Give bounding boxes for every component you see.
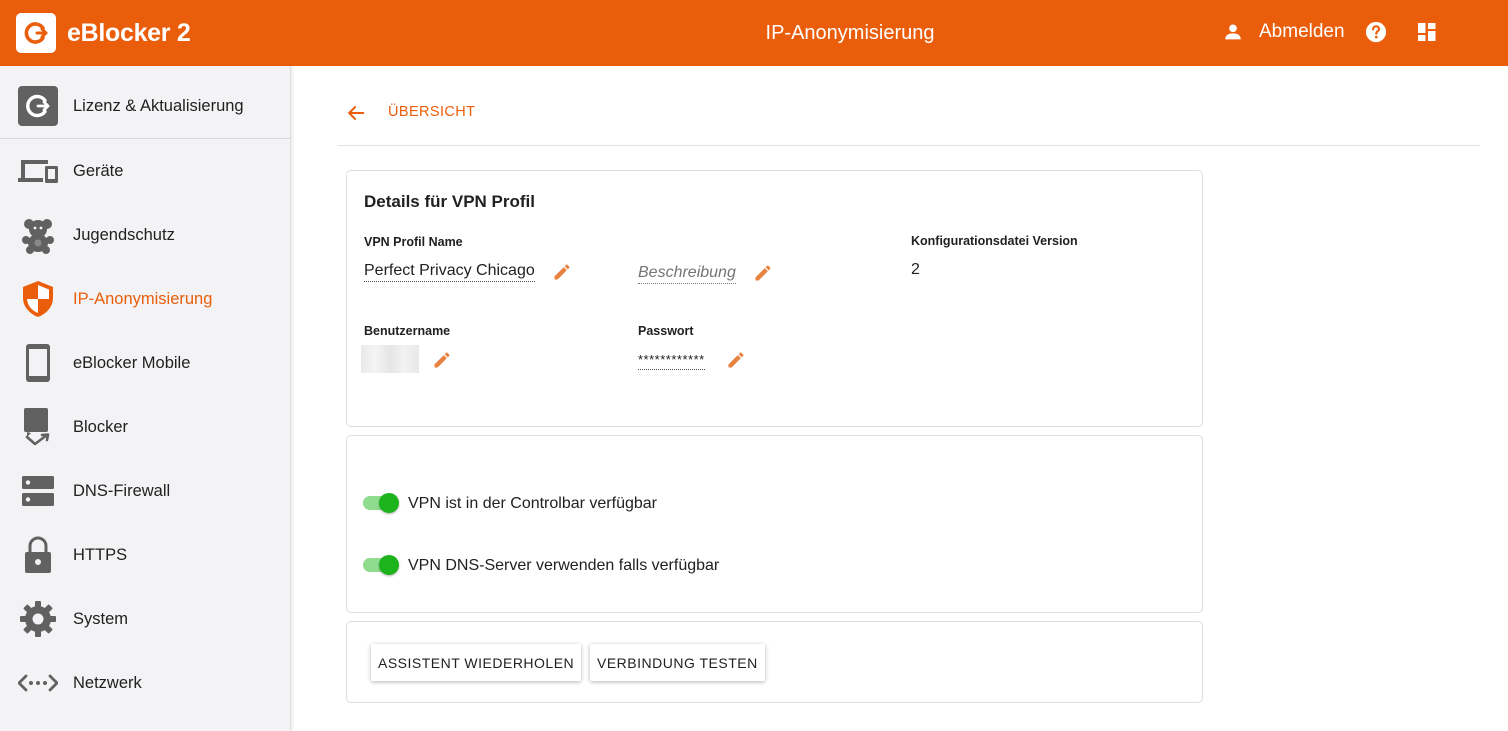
teddy-bear-icon (22, 219, 54, 254)
description-field[interactable]: Beschreibung (638, 264, 736, 284)
blocker-icon (24, 408, 50, 446)
sidebar-item-label: Jugendschutz (73, 226, 175, 244)
profile-name-value[interactable]: Perfect Privacy Chicago (364, 262, 535, 282)
sidebar-item-dns-firewall[interactable]: DNS-Firewall (0, 459, 290, 523)
username-value-redacted[interactable] (361, 345, 419, 373)
vpn-actions-card: ASSISTENT WIEDERHOLEN VERBINDUNG TESTEN (346, 621, 1203, 703)
help-icon[interactable] (1365, 21, 1387, 43)
user-icon (1225, 24, 1241, 40)
sidebar-item-label: eBlocker Mobile (73, 354, 191, 372)
toggle-knob (379, 555, 399, 575)
password-value[interactable]: ************ (638, 352, 705, 370)
sidebar-item-ip-anonymization[interactable]: IP-Anonymisierung (0, 267, 290, 331)
sidebar-item-label: IP-Anonymisierung (73, 290, 213, 308)
vpn-dns-toggle[interactable] (363, 554, 399, 576)
shield-icon (23, 281, 53, 317)
test-connection-button[interactable]: VERBINDUNG TESTEN (590, 644, 765, 681)
vpn-dns-toggle-label: VPN DNS-Server verwenden falls verfügbar (408, 557, 720, 574)
gear-icon (20, 601, 56, 637)
profile-name-label: VPN Profil Name (364, 235, 463, 249)
config-version-value: 2 (911, 261, 920, 278)
sidebar-item-eblocker-mobile[interactable]: eBlocker Mobile (0, 331, 290, 395)
server-icon (22, 476, 54, 506)
back-to-overview-link[interactable]: ÜBERSICHT (388, 104, 475, 120)
sidebar-item-blocker[interactable]: Blocker (0, 395, 290, 459)
dashboard-grid-icon[interactable] (1417, 22, 1437, 42)
sidebar-item-label: DNS-Firewall (73, 482, 171, 500)
repeat-wizard-button[interactable]: ASSISTENT WIEDERHOLEN (371, 644, 582, 681)
password-label: Passwort (638, 324, 694, 338)
edit-name-pencil-icon[interactable] (552, 262, 572, 282)
lock-icon (25, 536, 51, 573)
sidebar-item-network[interactable]: Netzwerk (0, 651, 290, 715)
sidebar-item-label: Blocker (73, 418, 129, 436)
edit-description-pencil-icon[interactable] (753, 263, 773, 283)
sidebar-item-label: Lizenz & Aktualisierung (73, 97, 244, 115)
logout-button[interactable]: Abmelden (1259, 21, 1345, 43)
sidebar-item-https[interactable]: HTTPS (0, 523, 290, 587)
vpn-profile-details-card: Details für VPN Profil VPN Profil Name P… (346, 170, 1203, 427)
sidebar-item-parental-control[interactable]: Jugendschutz (0, 203, 290, 267)
card-title: Details für VPN Profil (364, 192, 535, 211)
sidebar: Lizenz & Aktualisierung Geräte Jugendsch… (0, 66, 291, 731)
phone-icon (26, 344, 50, 382)
sidebar-item-devices[interactable]: Geräte (0, 139, 290, 203)
sidebar-item-label: HTTPS (73, 546, 128, 564)
sidebar-item-system[interactable]: System (0, 587, 290, 651)
username-label: Benutzername (364, 324, 451, 338)
controlbar-toggle-label: VPN ist in der Controlbar verfügbar (408, 495, 657, 512)
network-icon (18, 674, 58, 692)
edit-password-pencil-icon[interactable] (726, 350, 746, 370)
config-version-label: Konfigurationsdatei Version (911, 234, 1078, 248)
sidebar-item-label: System (73, 610, 129, 628)
controlbar-toggle[interactable] (363, 492, 399, 514)
back-arrow-icon[interactable] (345, 101, 367, 125)
sidebar-item-label: Geräte (73, 162, 124, 180)
edit-username-pencil-icon[interactable] (432, 350, 452, 370)
sidebar-item-label: Netzwerk (73, 674, 142, 692)
vpn-options-card: VPN ist in der Controlbar verfügbar VPN … (346, 435, 1203, 613)
license-update-icon (18, 86, 58, 126)
toggle-knob (379, 493, 399, 513)
devices-icon (18, 160, 58, 183)
top-app-bar: eBlocker 2 IP-Anonymisierung Abmelden (0, 0, 1508, 66)
sidebar-item-license-update[interactable]: Lizenz & Aktualisierung (0, 74, 290, 138)
divider (338, 145, 1480, 146)
